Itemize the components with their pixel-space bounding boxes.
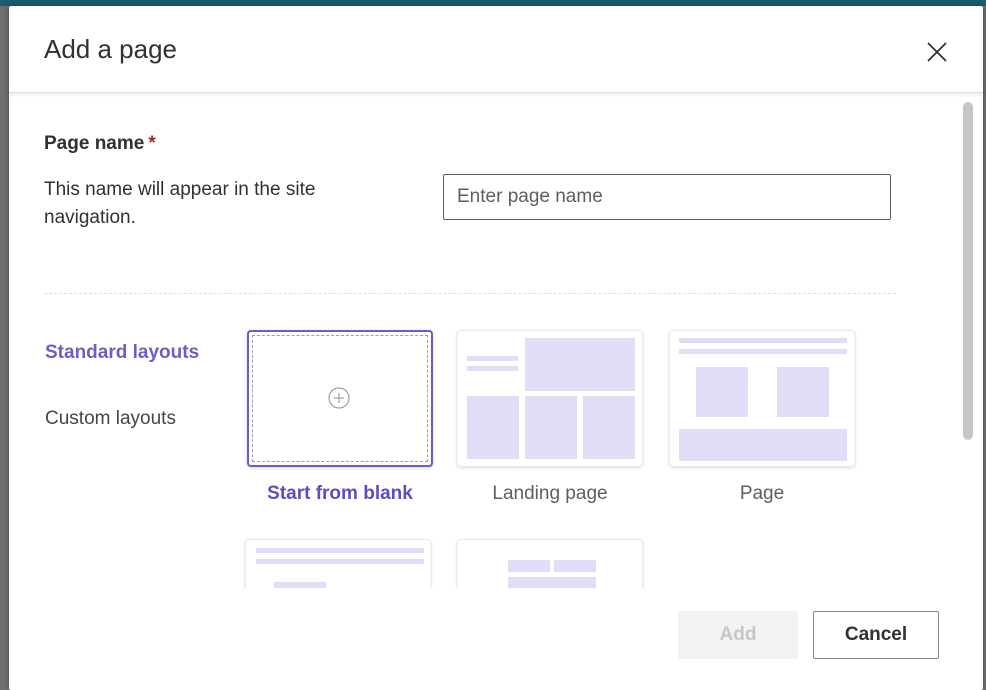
thumbnail-block [508,560,550,572]
add-page-dialog: Add a page Page name * This name will app… [9,6,983,690]
section-divider [44,293,896,294]
template-start-from-blank[interactable] [247,330,433,467]
add-button[interactable]: Add [678,611,798,659]
thumbnail-block [679,429,847,461]
dialog-header: Add a page [9,6,983,93]
close-icon[interactable] [923,38,951,66]
thumbnail-block [777,367,829,417]
thumbnail-block [274,582,326,588]
thumbnail-block [256,548,424,553]
template-label-page: Page [739,483,785,504]
required-marker: * [148,133,156,154]
thumbnail-block [525,338,635,391]
dialog-body: Page name * This name will appear in the … [9,93,983,588]
category-standard-layouts[interactable]: Standard layouts [45,342,199,364]
page-name-label-text: Page name [44,133,145,154]
thumbnail-block [467,396,519,459]
thumbnail-block [467,356,518,361]
plus-circle-icon [328,387,350,409]
template-label-landing-page: Landing page [492,483,608,504]
page-name-helper-text: This name will appear in the site naviga… [44,179,316,228]
template-landing-page[interactable] [457,330,643,467]
template-more-1[interactable] [245,539,431,588]
template-page[interactable] [669,330,855,467]
thumbnail-block [554,560,596,572]
thumbnail-block [256,559,424,564]
vertical-scrollbar[interactable] [963,102,973,440]
thumbnail-block [696,367,748,417]
thumbnail-block [467,366,518,371]
thumbnail-block [508,577,596,588]
category-custom-layouts[interactable]: Custom layouts [45,408,176,430]
template-label-start-from-blank: Start from blank [267,483,413,504]
thumbnail-block [525,396,577,459]
thumbnail-block [679,338,847,343]
cancel-button[interactable]: Cancel [813,611,939,659]
template-more-2[interactable] [457,539,643,588]
thumbnail-block [679,349,847,354]
page-name-input[interactable] [443,174,891,220]
thumbnail-block [583,396,635,459]
page-name-label: Page name * [44,133,156,155]
dialog-title: Add a page [44,34,178,64]
